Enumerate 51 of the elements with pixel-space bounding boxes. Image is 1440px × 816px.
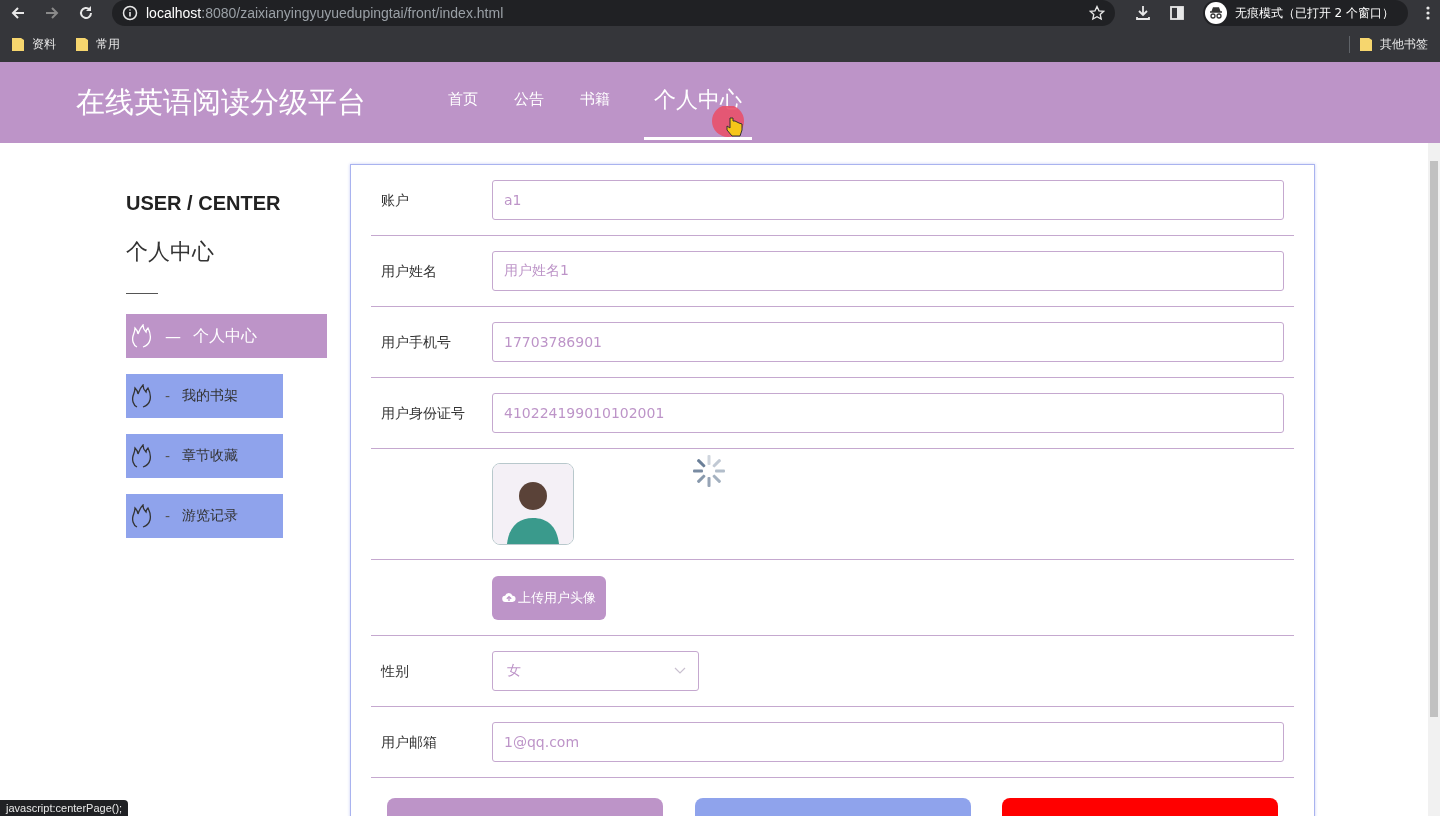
- field-label: 用户姓名: [380, 263, 438, 281]
- cloud-upload-icon: [502, 592, 516, 603]
- sidebar-item[interactable]: - 我的书架: [126, 374, 283, 418]
- loading-spinner-icon: [691, 453, 727, 489]
- input-field[interactable]: 17703786901: [492, 322, 1284, 362]
- field-label: 账户: [380, 192, 410, 210]
- flame-icon: [131, 444, 153, 468]
- incognito-chip[interactable]: 无痕模式（已打开 2 个窗口）: [1202, 0, 1408, 26]
- nav-tab[interactable]: 首页: [430, 62, 496, 140]
- menu-icon[interactable]: [1426, 5, 1430, 21]
- download-icon[interactable]: [1134, 5, 1151, 21]
- input-field[interactable]: 1@qq.com: [492, 722, 1284, 762]
- other-bookmarks[interactable]: 其他书签: [1349, 35, 1428, 53]
- reload-icon[interactable]: [78, 5, 94, 21]
- chevron-down-icon: [674, 667, 686, 675]
- url-host: localhost: [146, 5, 202, 21]
- flame-icon: [131, 504, 153, 528]
- input-field[interactable]: 用户姓名1: [492, 251, 1284, 291]
- sidebar-item[interactable]: - 游览记录: [126, 494, 283, 538]
- section-subtitle: USER / CENTER: [126, 192, 282, 215]
- incognito-icon: [1204, 2, 1227, 24]
- site-title: 在线英语阅读分级平台: [76, 83, 366, 121]
- input-field[interactable]: 410224199010102001: [492, 393, 1284, 433]
- flame-icon: [131, 324, 153, 348]
- gender-select[interactable]: 女: [492, 651, 699, 691]
- section-title: 个人中心: [126, 238, 215, 266]
- forward-icon[interactable]: [44, 5, 60, 21]
- bookmark[interactable]: 常用: [76, 35, 120, 53]
- url-path: :8080/zaixianyingyuyuedupingtai/front/index.html: [201, 5, 504, 21]
- upload-avatar-button[interactable]: 上传用户头像: [492, 575, 606, 620]
- back-icon[interactable]: [10, 5, 26, 21]
- scrollbar[interactable]: [1428, 143, 1440, 816]
- sidebar-item[interactable]: — 个人中心: [126, 314, 327, 358]
- folder-icon: [1360, 37, 1372, 51]
- address-bar[interactable]: localhost:8080/zaixianyingyuyuedupingtai/front/index.html: [112, 0, 1115, 26]
- status-link-preview: javascript:centerPage();: [0, 800, 129, 816]
- input-field[interactable]: a1: [492, 180, 1284, 220]
- sidebar-item[interactable]: - 章节收藏: [126, 434, 283, 478]
- bookmark[interactable]: 资料: [12, 35, 56, 53]
- nav-tab[interactable]: 书籍: [562, 62, 628, 140]
- side-panel-icon[interactable]: [1168, 5, 1185, 21]
- star-icon[interactable]: [1088, 5, 1105, 21]
- field-label: 用户手机号: [380, 334, 452, 352]
- folder-icon: [12, 37, 24, 51]
- field-label: 用户邮箱: [380, 734, 438, 752]
- info-icon: [122, 5, 138, 21]
- folder-icon: [76, 37, 88, 51]
- field-label: 性别: [379, 663, 410, 681]
- field-label: 用户身份证号: [380, 405, 466, 423]
- nav-tab[interactable]: 公告: [496, 62, 562, 140]
- flame-icon: [131, 384, 153, 408]
